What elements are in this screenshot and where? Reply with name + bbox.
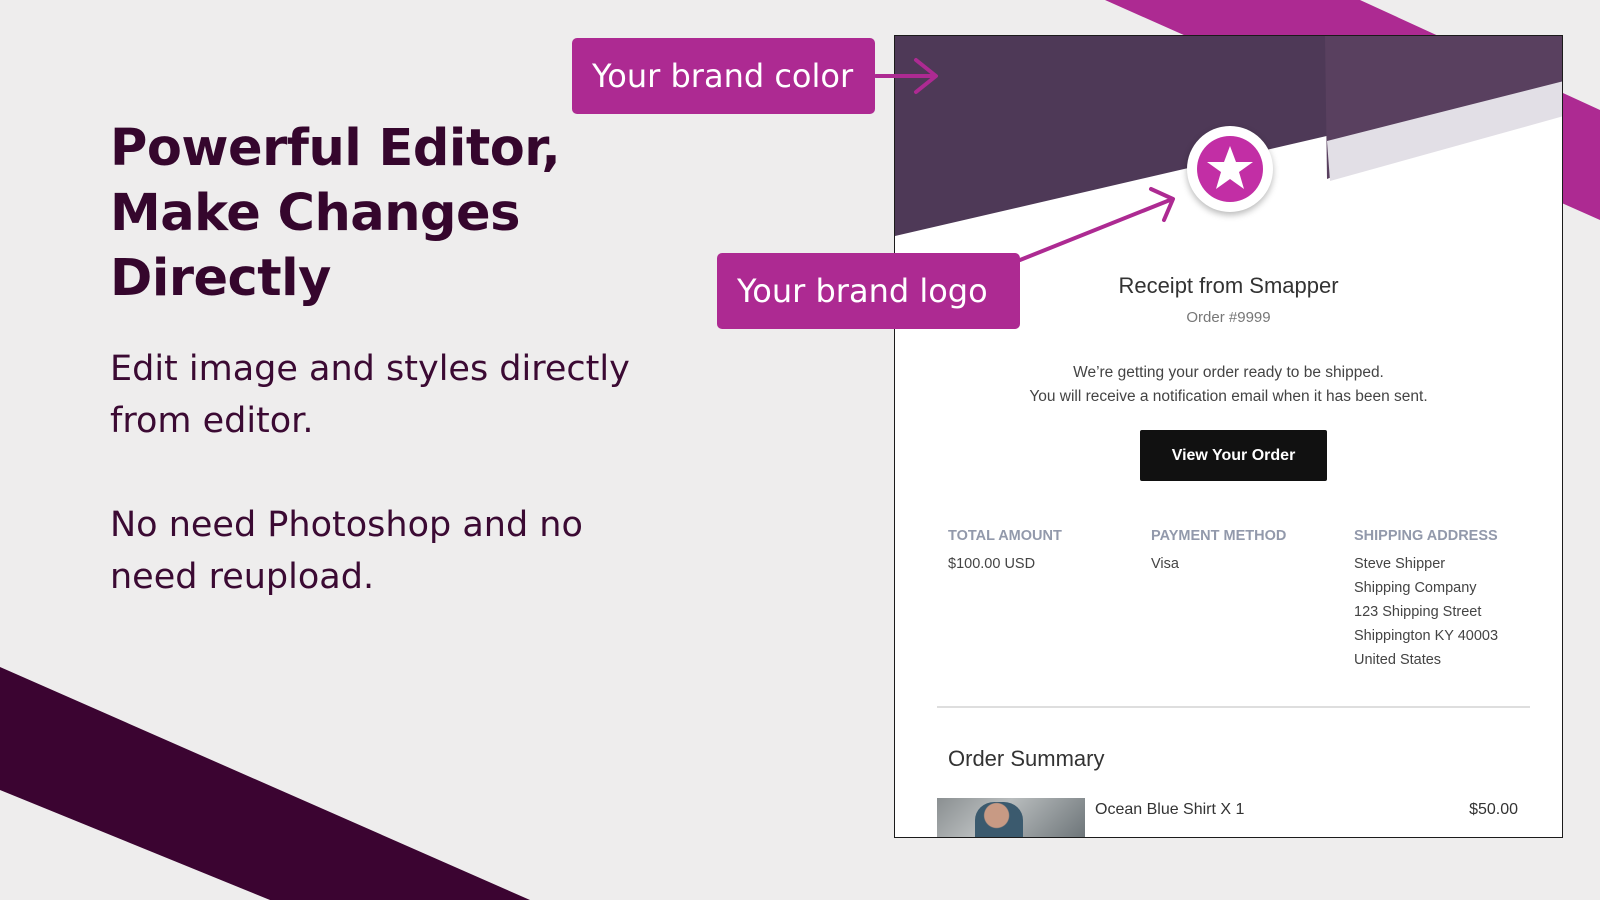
brand-logo-arrow-icon [1018,187,1175,262]
brand-color-callout: Your brand color [572,38,875,114]
brand-color-arrow-icon [874,58,938,94]
brand-logo-callout: Your brand logo [717,253,1020,329]
callout-arrows [874,58,1175,262]
